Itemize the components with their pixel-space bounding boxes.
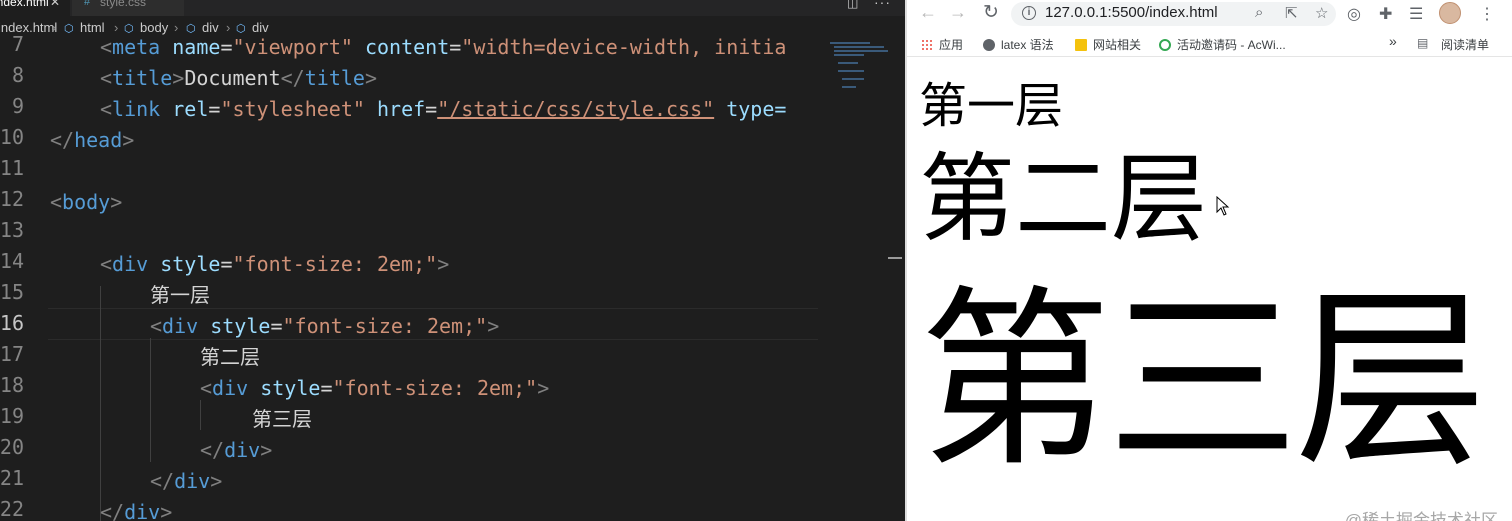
tab-label: style.css bbox=[100, 0, 147, 9]
code-line-7: <meta name="viewport" content="width=dev… bbox=[100, 38, 787, 59]
breadcrumb-div-active[interactable]: div bbox=[252, 20, 269, 35]
stylesheet-link[interactable]: "/static/css/style.css" bbox=[437, 97, 714, 121]
minimap-line bbox=[834, 54, 864, 56]
reading-list-icon[interactable]: ▤ bbox=[1417, 36, 1428, 50]
tab-index-html[interactable]: index.html ✕ bbox=[0, 0, 70, 16]
code-line-14: <div style="font-size: 2em;"> bbox=[100, 252, 450, 276]
bookmark-apps[interactable]: 应用 bbox=[921, 36, 963, 53]
tab-style-css[interactable]: # style.css bbox=[72, 0, 184, 16]
code-line-8: <title>Document</title> bbox=[100, 66, 377, 90]
code-line-22: </div> bbox=[100, 500, 173, 521]
minimap-line bbox=[842, 78, 864, 80]
minimap-line bbox=[838, 70, 864, 72]
minimap[interactable] bbox=[826, 38, 896, 521]
code-line-9: <link rel="stylesheet" href="/static/css… bbox=[100, 97, 787, 121]
extension-circle-icon[interactable]: ◎ bbox=[1347, 4, 1361, 24]
code-area[interactable]: <meta name="viewport" content="width=dev… bbox=[0, 38, 820, 521]
profile-avatar[interactable] bbox=[1439, 2, 1461, 24]
close-icon[interactable]: ✕ bbox=[50, 0, 60, 8]
forward-arrow-icon[interactable]: → bbox=[949, 2, 967, 23]
split-editor-icon[interactable]: ◫ bbox=[847, 0, 859, 10]
tab-label: index.html bbox=[0, 0, 49, 9]
globe-icon bbox=[983, 39, 995, 51]
bookmark-latex[interactable]: latex 语法 bbox=[983, 36, 1054, 53]
indent-guide bbox=[100, 286, 101, 521]
watermark-text: @稀土掘金技术社区 bbox=[1344, 511, 1498, 521]
layer-one-text: 第一层 bbox=[919, 78, 1064, 134]
acwing-icon bbox=[1159, 39, 1171, 51]
editor-tab-bar: index.html ✕ # style.css ◫ ··· bbox=[0, 0, 905, 16]
css-hash-icon: # bbox=[84, 0, 91, 8]
indent-guide bbox=[200, 400, 201, 430]
breadcrumb-html[interactable]: html bbox=[80, 20, 105, 35]
code-line-15: 第一层 bbox=[150, 283, 210, 307]
layer-two-text: 第二层 bbox=[919, 143, 1207, 255]
bookmarks-bar: 应用 latex 语法 网站相关 活动邀请码 - AcWi... » ▤ 阅读清… bbox=[907, 31, 1512, 57]
reload-icon[interactable]: ↻ bbox=[983, 1, 999, 24]
kebab-menu-icon[interactable]: ⋮ bbox=[1479, 4, 1495, 24]
element-cube-icon: ⬡ bbox=[124, 23, 134, 35]
more-bookmarks-chevron-icon[interactable]: » bbox=[1389, 33, 1397, 49]
page-viewport: 第一层 第二层 第三层 bbox=[907, 57, 1512, 521]
minimap-line bbox=[830, 42, 870, 44]
code-line-17: 第二层 bbox=[200, 345, 260, 369]
chevron-right-icon: › bbox=[52, 20, 57, 35]
more-actions-icon[interactable]: ··· bbox=[874, 0, 891, 10]
indent-guide bbox=[150, 338, 151, 462]
scrollbar-marker[interactable] bbox=[888, 257, 902, 259]
code-line-10: </head> bbox=[50, 128, 135, 152]
chevron-right-icon: › bbox=[226, 20, 231, 35]
code-line-21: </div> bbox=[150, 469, 223, 493]
code-line-12: <body> bbox=[50, 190, 123, 214]
back-arrow-icon[interactable]: ← bbox=[919, 2, 937, 23]
chevron-right-icon: › bbox=[174, 20, 179, 35]
zoom-icon[interactable]: ⌕ bbox=[1255, 4, 1263, 21]
minimap-line bbox=[834, 46, 884, 48]
star-icon[interactable]: ☆ bbox=[1315, 4, 1328, 22]
bookmark-websites[interactable]: 网站相关 bbox=[1075, 36, 1141, 53]
folder-icon bbox=[1075, 39, 1087, 51]
code-line-19: 第三层 bbox=[252, 407, 312, 431]
url-text[interactable]: 127.0.0.1:5500/index.html bbox=[1045, 4, 1218, 21]
address-bar[interactable]: i 127.0.0.1:5500/index.html ⌕ ⇱ ☆ bbox=[1011, 2, 1336, 26]
element-cube-icon: ⬡ bbox=[186, 23, 196, 35]
minimap-line bbox=[842, 86, 856, 88]
breadcrumb-body[interactable]: body bbox=[140, 20, 168, 35]
code-editor[interactable]: index.html ✕ # style.css ◫ ··· index.htm… bbox=[0, 0, 905, 521]
info-icon[interactable]: i bbox=[1022, 6, 1036, 20]
minimap-line bbox=[834, 50, 888, 52]
media-queue-icon[interactable]: ☰ bbox=[1409, 4, 1423, 24]
code-line-20: </div> bbox=[200, 438, 273, 462]
breadcrumb-div[interactable]: div bbox=[202, 20, 219, 35]
share-icon[interactable]: ⇱ bbox=[1285, 4, 1298, 22]
element-cube-icon: ⬡ bbox=[236, 23, 246, 35]
reading-list-label[interactable]: 阅读清单 bbox=[1441, 36, 1489, 53]
minimap-line bbox=[838, 62, 858, 64]
element-cube-icon: ⬡ bbox=[64, 23, 74, 35]
apps-grid-icon bbox=[921, 39, 933, 51]
browser-window: ← → ↻ i 127.0.0.1:5500/index.html ⌕ ⇱ ☆ … bbox=[905, 0, 1512, 521]
layer-three-text: 第三层 bbox=[919, 270, 1487, 493]
browser-toolbar: ← → ↻ i 127.0.0.1:5500/index.html ⌕ ⇱ ☆ … bbox=[907, 0, 1512, 30]
chevron-right-icon: › bbox=[114, 20, 119, 35]
bookmark-acwing[interactable]: 活动邀请码 - AcWi... bbox=[1159, 36, 1286, 53]
puzzle-icon[interactable]: ✚ bbox=[1379, 4, 1392, 24]
code-line-16: <div style="font-size: 2em;"> bbox=[150, 314, 500, 338]
breadcrumb: index.html › ⬡ html › ⬡ body › ⬡ div › ⬡… bbox=[0, 18, 830, 38]
code-line-18: <div style="font-size: 2em;"> bbox=[200, 376, 550, 400]
